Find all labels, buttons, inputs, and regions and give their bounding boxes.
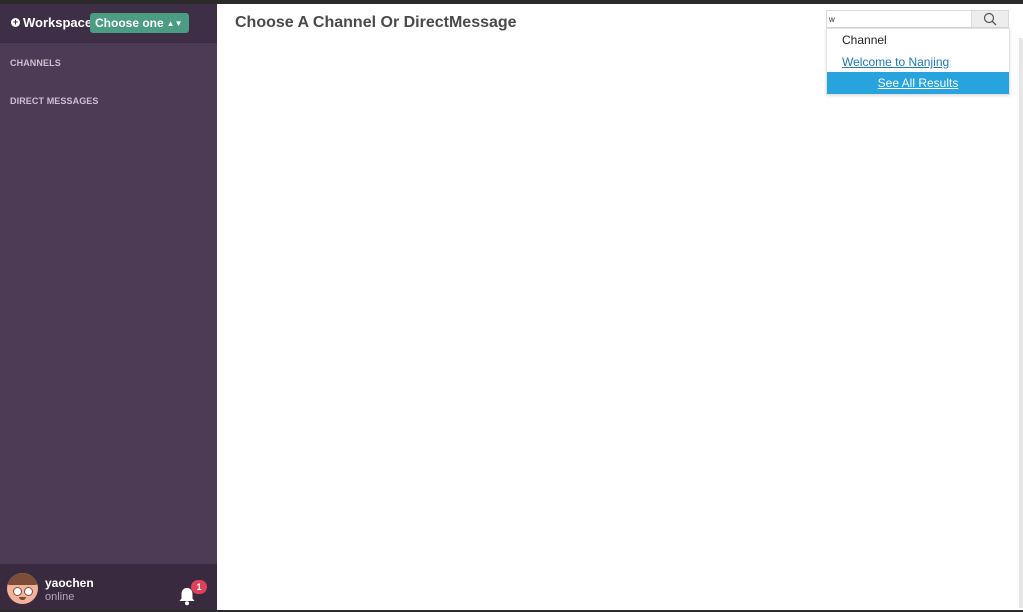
- result-item-link[interactable]: Welcome to Nanjing: [842, 55, 949, 69]
- page-title: Choose A Channel Or DirectMessage: [235, 14, 517, 31]
- main-panel: Choose A Channel Or DirectMessage Channe…: [217, 4, 1023, 610]
- user-avatar[interactable]: [7, 573, 38, 604]
- results-category-header: Channel: [842, 33, 887, 47]
- plus-circle-icon[interactable]: +: [11, 18, 20, 27]
- sidebar: + Workspace: Choose one ▲▼ CHANNELS DIREC…: [0, 4, 217, 610]
- workspace-select[interactable]: Choose one ▲▼: [90, 13, 189, 33]
- workspace-select-value: Choose one: [95, 16, 164, 30]
- workspace-bar: + Workspace: Choose one ▲▼: [0, 4, 217, 43]
- user-name: yaochen: [45, 576, 94, 590]
- search-results-dropdown: Channel Welcome to Nanjing See All Resul…: [826, 28, 1010, 95]
- workspace-label: Workspace:: [23, 15, 97, 30]
- see-all-results-button[interactable]: See All Results: [827, 72, 1009, 94]
- scrollbar[interactable]: [1019, 38, 1023, 608]
- user-footer: yaochen online 1: [0, 564, 217, 610]
- channels-heading[interactable]: CHANNELS: [10, 58, 61, 68]
- search-icon: [983, 12, 997, 26]
- select-arrows-icon: ▲▼: [166, 19, 183, 28]
- notification-badge: 1: [191, 580, 207, 594]
- user-status: online: [45, 591, 75, 603]
- direct-messages-heading[interactable]: DIRECT MESSAGES: [10, 96, 99, 106]
- search-button[interactable]: [971, 10, 1009, 28]
- search-input[interactable]: [826, 10, 974, 28]
